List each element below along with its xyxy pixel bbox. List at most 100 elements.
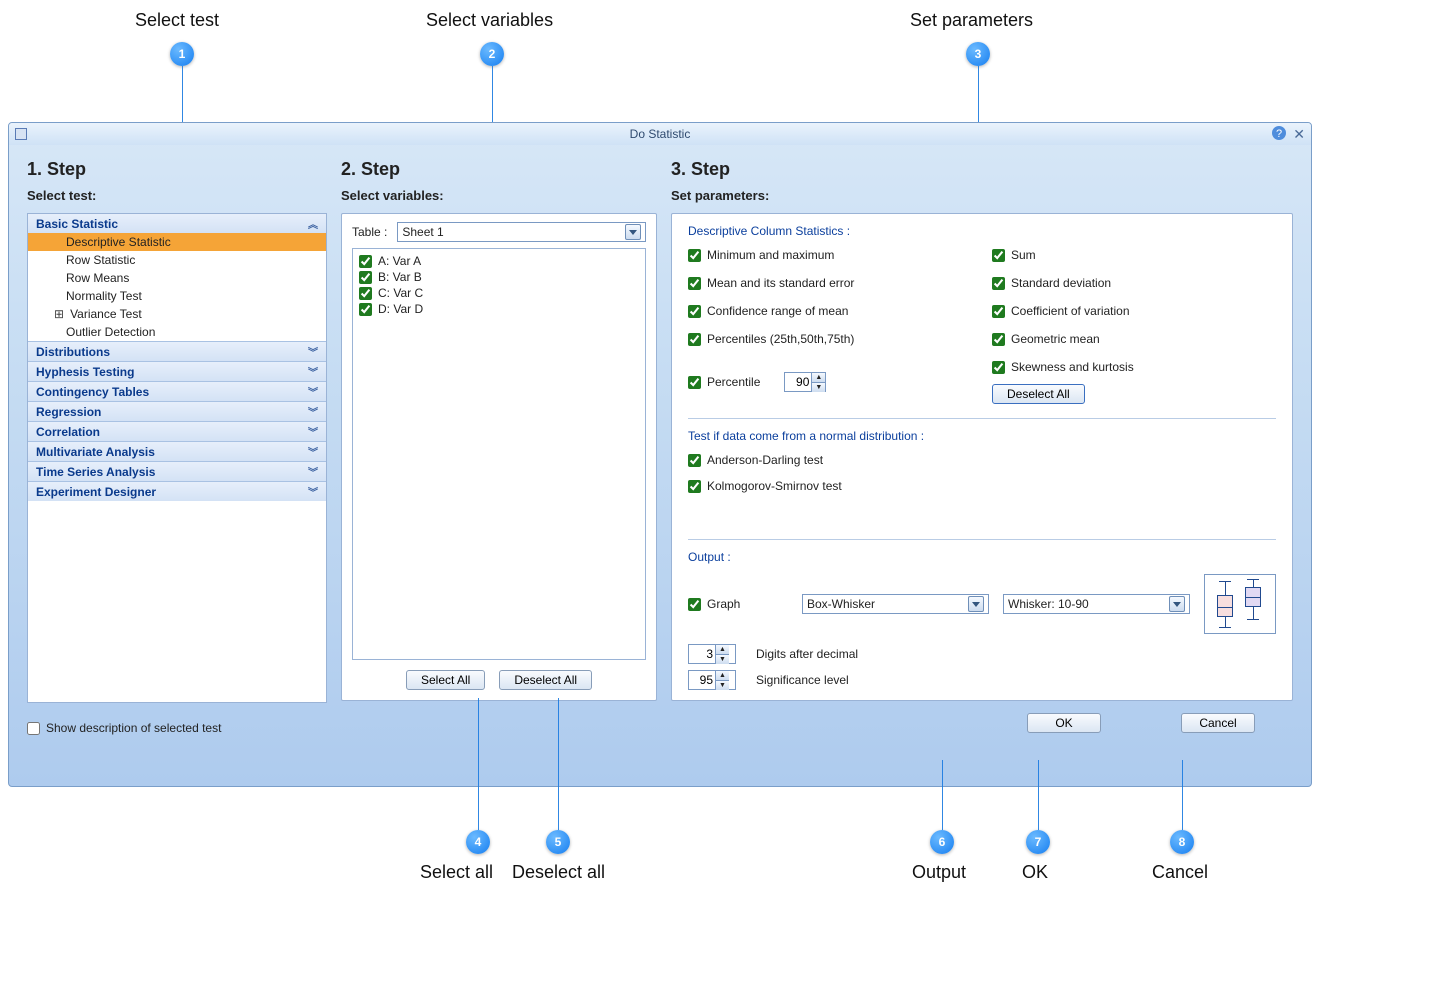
- callout-bubble-8: 8: [1170, 830, 1194, 854]
- opt-minmax[interactable]: Minimum and maximum: [688, 248, 972, 262]
- opt-graph[interactable]: Graph: [688, 597, 788, 611]
- opt-sum-input[interactable]: [992, 249, 1005, 262]
- var-check-a[interactable]: [359, 255, 372, 268]
- show-description-label: Show description of selected test: [46, 721, 221, 735]
- step1-subheading: Select test:: [27, 188, 327, 203]
- tree-cat-regression[interactable]: Regression︾: [28, 401, 326, 421]
- params-deselect-all-button[interactable]: Deselect All: [992, 384, 1085, 404]
- whisker-combo[interactable]: Whisker: 10-90: [1003, 594, 1190, 614]
- opt-sd[interactable]: Standard deviation: [992, 276, 1276, 290]
- opt-pctl: Percentile ▲▼: [688, 360, 972, 404]
- var-row-a[interactable]: A: Var A: [357, 253, 641, 269]
- tree-item-rowstat[interactable]: Row Statistic: [28, 251, 326, 269]
- opt-pctl-input[interactable]: [688, 376, 701, 389]
- step3-heading: 3. Step: [671, 159, 1293, 180]
- sig-value[interactable]: [689, 673, 715, 687]
- var-row-d[interactable]: D: Var D: [357, 301, 641, 317]
- tree-cat-correlation[interactable]: Correlation︾: [28, 421, 326, 441]
- callout-label-2: Select variables: [426, 10, 553, 31]
- step2-heading: 2. Step: [341, 159, 657, 180]
- opt-sd-input[interactable]: [992, 277, 1005, 290]
- callout-bubble-5: 5: [546, 830, 570, 854]
- show-description-checkbox[interactable]: Show description of selected test: [27, 721, 327, 735]
- tree-item-outlier[interactable]: Outlier Detection: [28, 323, 326, 341]
- opt-ci-input[interactable]: [688, 305, 701, 318]
- tree-cat-label: Time Series Analysis: [36, 465, 155, 479]
- opt-ci[interactable]: Confidence range of mean: [688, 304, 972, 318]
- callout-line-4: [478, 698, 479, 830]
- opt-gm-input[interactable]: [992, 333, 1005, 346]
- tree-cat-basic[interactable]: Basic Statistic ︽: [28, 214, 326, 233]
- callout-line-7: [1038, 760, 1039, 830]
- callout-bubble-7: 7: [1026, 830, 1050, 854]
- digits-label: Digits after decimal: [756, 647, 858, 661]
- spin-up-icon[interactable]: ▲: [716, 645, 729, 655]
- spin-up-icon[interactable]: ▲: [716, 671, 729, 681]
- tree-cat-timeseries[interactable]: Time Series Analysis ︾: [28, 461, 326, 481]
- percentile-value[interactable]: [785, 375, 811, 389]
- tree-cat-experiment[interactable]: Experiment Designer︾: [28, 481, 326, 501]
- close-icon[interactable]: ✕: [1293, 126, 1305, 143]
- spin-down-icon[interactable]: ▼: [812, 383, 825, 392]
- sig-spinner[interactable]: ▲▼: [688, 670, 736, 690]
- help-icon[interactable]: ?: [1271, 125, 1287, 141]
- spin-up-icon[interactable]: ▲: [812, 373, 825, 383]
- var-check-b[interactable]: [359, 271, 372, 284]
- select-all-button[interactable]: Select All: [406, 670, 485, 690]
- opt-label: Geometric mean: [1011, 332, 1100, 346]
- tree-item-descriptive[interactable]: Descriptive Statistic: [28, 233, 326, 251]
- digits-spinner[interactable]: ▲▼: [688, 644, 736, 664]
- opt-cv[interactable]: Coefficient of variation: [992, 304, 1276, 318]
- opt-mean[interactable]: Mean and its standard error: [688, 276, 972, 290]
- opt-gm[interactable]: Geometric mean: [992, 332, 1276, 346]
- var-row-c[interactable]: C: Var C: [357, 285, 641, 301]
- callout-label-8: Cancel: [1152, 862, 1208, 883]
- tree-item-normality[interactable]: Normality Test: [28, 287, 326, 305]
- graph-type-combo[interactable]: Box-Whisker: [802, 594, 989, 614]
- callout-bubble-1: 1: [170, 42, 194, 66]
- opt-sum[interactable]: Sum: [992, 248, 1276, 262]
- callout-line-8: [1182, 760, 1183, 830]
- opt-mean-input[interactable]: [688, 277, 701, 290]
- opt-sk-input[interactable]: [992, 361, 1005, 374]
- window-title: Do Statistic: [630, 127, 691, 141]
- tree-cat-multivariate[interactable]: Multivariate Analysis︾: [28, 441, 326, 461]
- tree-cat-contingency[interactable]: Contingency Tables︾: [28, 381, 326, 401]
- tree-item-variance[interactable]: Variance Test: [28, 305, 326, 323]
- opt-ks-input[interactable]: [688, 480, 701, 493]
- opt-minmax-input[interactable]: [688, 249, 701, 262]
- opt-ks[interactable]: Kolmogorov-Smirnov test: [688, 479, 1276, 493]
- ok-button[interactable]: OK: [1027, 713, 1101, 733]
- spin-down-icon[interactable]: ▼: [716, 655, 729, 664]
- table-label: Table :: [352, 225, 387, 239]
- opt-cv-input[interactable]: [992, 305, 1005, 318]
- tree-cat-label: Multivariate Analysis: [36, 445, 155, 459]
- spin-down-icon[interactable]: ▼: [716, 681, 729, 690]
- titlebar: Do Statistic ? ✕: [9, 123, 1311, 145]
- callout-bubble-6: 6: [930, 830, 954, 854]
- var-row-b[interactable]: B: Var B: [357, 269, 641, 285]
- var-check-c[interactable]: [359, 287, 372, 300]
- cancel-button[interactable]: Cancel: [1181, 713, 1255, 733]
- tree-cat-distributions[interactable]: Distributions︾: [28, 341, 326, 361]
- show-description-input[interactable]: [27, 722, 40, 735]
- opt-sk[interactable]: Skewness and kurtosis: [992, 360, 1276, 374]
- callout-bubble-3: 3: [966, 42, 990, 66]
- table-combo[interactable]: Sheet 1: [397, 222, 646, 242]
- percentile-spinner[interactable]: ▲▼: [784, 372, 826, 392]
- chevron-down-icon: ︾: [308, 464, 318, 479]
- tree-item-rowmeans[interactable]: Row Means: [28, 269, 326, 287]
- opt-anderson-input[interactable]: [688, 454, 701, 467]
- tree-cat-hypothesis[interactable]: Hyphesis Testing︾: [28, 361, 326, 381]
- var-check-d[interactable]: [359, 303, 372, 316]
- digits-value[interactable]: [689, 647, 715, 661]
- deselect-all-button[interactable]: Deselect All: [499, 670, 592, 690]
- opt-graph-input[interactable]: [688, 598, 701, 611]
- variables-list: A: Var A B: Var B C: Var C D: Var D: [352, 248, 646, 660]
- var-label: B: Var B: [378, 270, 422, 284]
- opt-pct3-input[interactable]: [688, 333, 701, 346]
- callout-line-6: [942, 760, 943, 830]
- opt-pct3[interactable]: Percentiles (25th,50th,75th): [688, 332, 972, 346]
- opt-anderson[interactable]: Anderson-Darling test: [688, 453, 1276, 467]
- opt-label: Skewness and kurtosis: [1011, 360, 1134, 374]
